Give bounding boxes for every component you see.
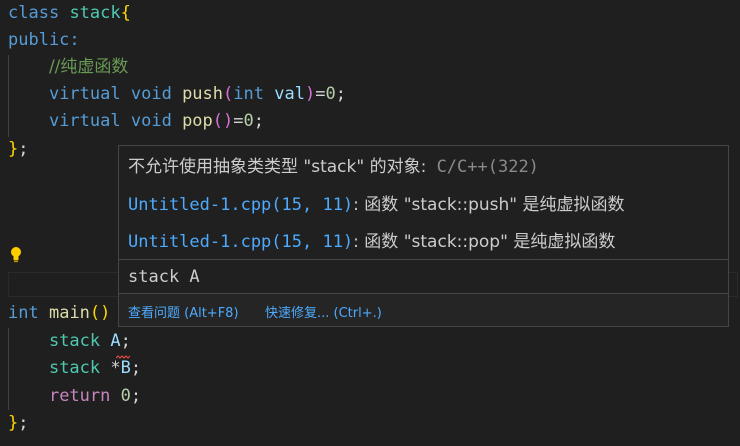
code-line-3[interactable]: //纯虚函数 xyxy=(8,54,128,81)
type: stack xyxy=(48,358,101,378)
code-line-13[interactable]: stack *B; xyxy=(8,355,141,382)
param-name: val xyxy=(274,84,305,104)
function-name: main xyxy=(48,303,90,323)
semicolon: ; xyxy=(130,386,142,406)
related-info-row: Untitled-1.cpp(15, 11): 函数 "stack::push"… xyxy=(128,190,625,215)
semicolon: ; xyxy=(253,111,265,131)
code-line-14[interactable]: return 0; xyxy=(8,383,141,410)
operator: = xyxy=(233,111,244,131)
keyword: virtual xyxy=(48,84,121,104)
keyword: return xyxy=(48,386,111,406)
operator: = xyxy=(315,84,326,104)
keyword: class xyxy=(8,3,60,23)
code-line-11[interactable]: int main() xyxy=(8,300,110,327)
code-line-1[interactable]: class stack{ xyxy=(8,0,131,27)
related-info-link[interactable]: Untitled-1.cpp(15, 11) xyxy=(128,195,353,215)
type: void xyxy=(130,111,172,131)
hover-actions-bar: 查看问题 (Alt+F8) 快速修复... (Ctrl+.) xyxy=(119,293,728,326)
semicolon: ; xyxy=(335,84,346,104)
error-text: 不允许使用抽象类类型 "stack" 的对象: xyxy=(128,157,427,177)
paren: ( xyxy=(223,84,234,104)
type-preview: stack A xyxy=(128,267,200,287)
related-info-text: : 函数 "stack::pop" 是纯虚拟函数 xyxy=(353,232,616,252)
brace: { xyxy=(120,3,131,23)
code-line-5[interactable]: virtual void pop()=0; xyxy=(8,108,264,135)
variable: B xyxy=(120,358,131,378)
code-line-12[interactable]: stack A; xyxy=(8,328,131,355)
paren: () xyxy=(89,303,111,323)
param-type: int xyxy=(233,84,264,104)
number: 0 xyxy=(243,111,254,131)
code-line-2[interactable]: public: xyxy=(8,27,80,54)
code-line-4[interactable]: virtual void push(int val)=0; xyxy=(8,81,346,108)
related-info-row: Untitled-1.cpp(15, 11): 函数 "stack::pop" … xyxy=(128,227,615,252)
divider xyxy=(119,259,728,260)
brace: } xyxy=(8,139,19,159)
lightbulb-icon[interactable] xyxy=(9,246,23,264)
semicolon: ; xyxy=(120,331,131,351)
number: 0 xyxy=(120,386,131,406)
hover-error-message: 不允许使用抽象类类型 "stack" 的对象: C/C++(322) xyxy=(128,152,539,177)
paren: () xyxy=(212,111,234,131)
function-name: push xyxy=(182,84,224,104)
code-line-15[interactable]: }; xyxy=(8,410,29,437)
class-name: stack xyxy=(69,3,121,23)
error-hover-popup: 不允许使用抽象类类型 "stack" 的对象: C/C++(322) Untit… xyxy=(118,145,729,327)
keyword: int xyxy=(8,303,39,323)
paren: ) xyxy=(304,84,316,104)
type: void xyxy=(130,84,172,104)
type: stack xyxy=(48,331,101,351)
code-line-6[interactable]: }; xyxy=(8,136,29,163)
related-info-text: : 函数 "stack::push" 是纯虚拟函数 xyxy=(353,195,625,215)
semicolon: ; xyxy=(18,139,29,159)
number: 0 xyxy=(325,84,336,104)
function-name: pop xyxy=(182,111,213,131)
view-problem-link[interactable]: 查看问题 (Alt+F8) xyxy=(128,302,239,321)
comment: //纯虚函数 xyxy=(48,57,129,77)
brace: } xyxy=(8,413,19,433)
divider xyxy=(119,293,728,294)
quick-fix-link[interactable]: 快速修复... (Ctrl+.) xyxy=(265,302,382,321)
pointer-star: * xyxy=(110,358,121,378)
variable-with-error[interactable]: A xyxy=(110,331,120,351)
related-info-link[interactable]: Untitled-1.cpp(15, 11) xyxy=(128,232,353,252)
semicolon: ; xyxy=(130,358,142,378)
error-code: C/C++(322) xyxy=(436,157,539,177)
keyword: virtual xyxy=(48,111,121,131)
semicolon: ; xyxy=(18,413,29,433)
